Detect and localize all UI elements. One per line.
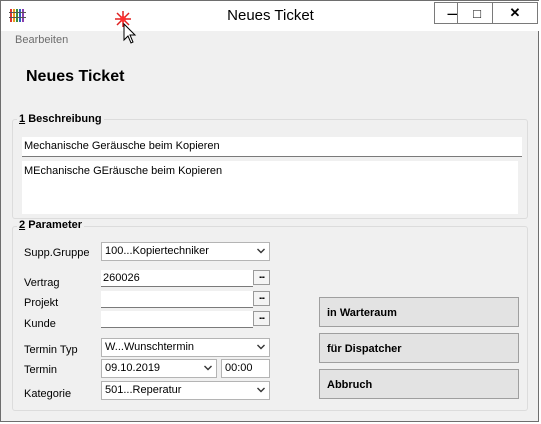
- projekt-input[interactable]: [101, 291, 253, 308]
- supp-gruppe-label: Supp.Gruppe: [24, 247, 90, 259]
- termin-time-input[interactable]: 00:00: [221, 359, 270, 378]
- supp-gruppe-select[interactable]: 100...Kopiertechniker: [101, 242, 270, 261]
- beschreibung-group-number: 1: [19, 113, 26, 125]
- projekt-browse-button[interactable]: ...: [253, 291, 270, 306]
- termin-date-picker[interactable]: 09.10.2019: [101, 359, 217, 378]
- termin-label: Termin: [24, 364, 58, 376]
- kategorie-select[interactable]: 501...Reperatur: [101, 381, 270, 400]
- kategorie-value: 501...Reperatur: [105, 384, 182, 396]
- parameter-group-label: Parameter: [28, 219, 83, 231]
- kunde-browse-button[interactable]: ...: [253, 311, 270, 326]
- kunde-label: Kunde: [24, 318, 56, 330]
- beschreibung-group-label: Beschreibung: [28, 113, 102, 125]
- termin-typ-value: W...Wunschtermin: [105, 341, 195, 353]
- kunde-input[interactable]: [101, 311, 253, 328]
- description-textarea[interactable]: MEchanische GEräusche beim Kopieren: [22, 161, 518, 214]
- vertrag-input[interactable]: 260026: [101, 270, 253, 287]
- vertrag-label: Vertrag: [24, 277, 60, 289]
- chevron-down-icon: [204, 365, 212, 371]
- termin-typ-label: Termin Typ: [24, 344, 78, 356]
- projekt-label: Projekt: [24, 297, 59, 309]
- page-title: Neues Ticket: [26, 68, 125, 85]
- chevron-down-icon: [257, 387, 265, 393]
- vertrag-browse-button[interactable]: ...: [253, 270, 270, 285]
- supp-gruppe-value: 100...Kopiertechniker: [105, 245, 209, 257]
- chevron-down-icon: [257, 248, 265, 254]
- close-button[interactable]: ✕: [492, 2, 538, 24]
- termin-date-value: 09.10.2019: [105, 362, 161, 374]
- in-warteraum-button[interactable]: in Warteraum: [319, 297, 519, 327]
- termin-typ-select[interactable]: W...Wunschtermin: [101, 338, 270, 357]
- parameter-group-title: 2 Parameter: [17, 219, 85, 231]
- menu-bearbeiten[interactable]: Bearbeiten: [15, 34, 68, 46]
- parameter-group-number: 2: [19, 219, 26, 231]
- chevron-down-icon: [257, 344, 265, 350]
- summary-input[interactable]: Mechanische Geräusche beim Kopieren: [22, 137, 522, 157]
- beschreibung-group-title: 1 Beschreibung: [17, 113, 104, 125]
- maximize-button[interactable]: □: [457, 2, 497, 24]
- kategorie-label: Kategorie: [24, 388, 72, 400]
- abbruch-button[interactable]: Abbruch: [319, 369, 519, 399]
- fuer-dispatcher-button[interactable]: für Dispatcher: [319, 333, 519, 363]
- ticket-window: Neues Ticket — □ ✕ Bearbeiten Neues Tick…: [0, 0, 540, 422]
- title-bar: Neues Ticket — □ ✕: [1, 1, 540, 31]
- mouse-cursor-icon: [115, 11, 137, 44]
